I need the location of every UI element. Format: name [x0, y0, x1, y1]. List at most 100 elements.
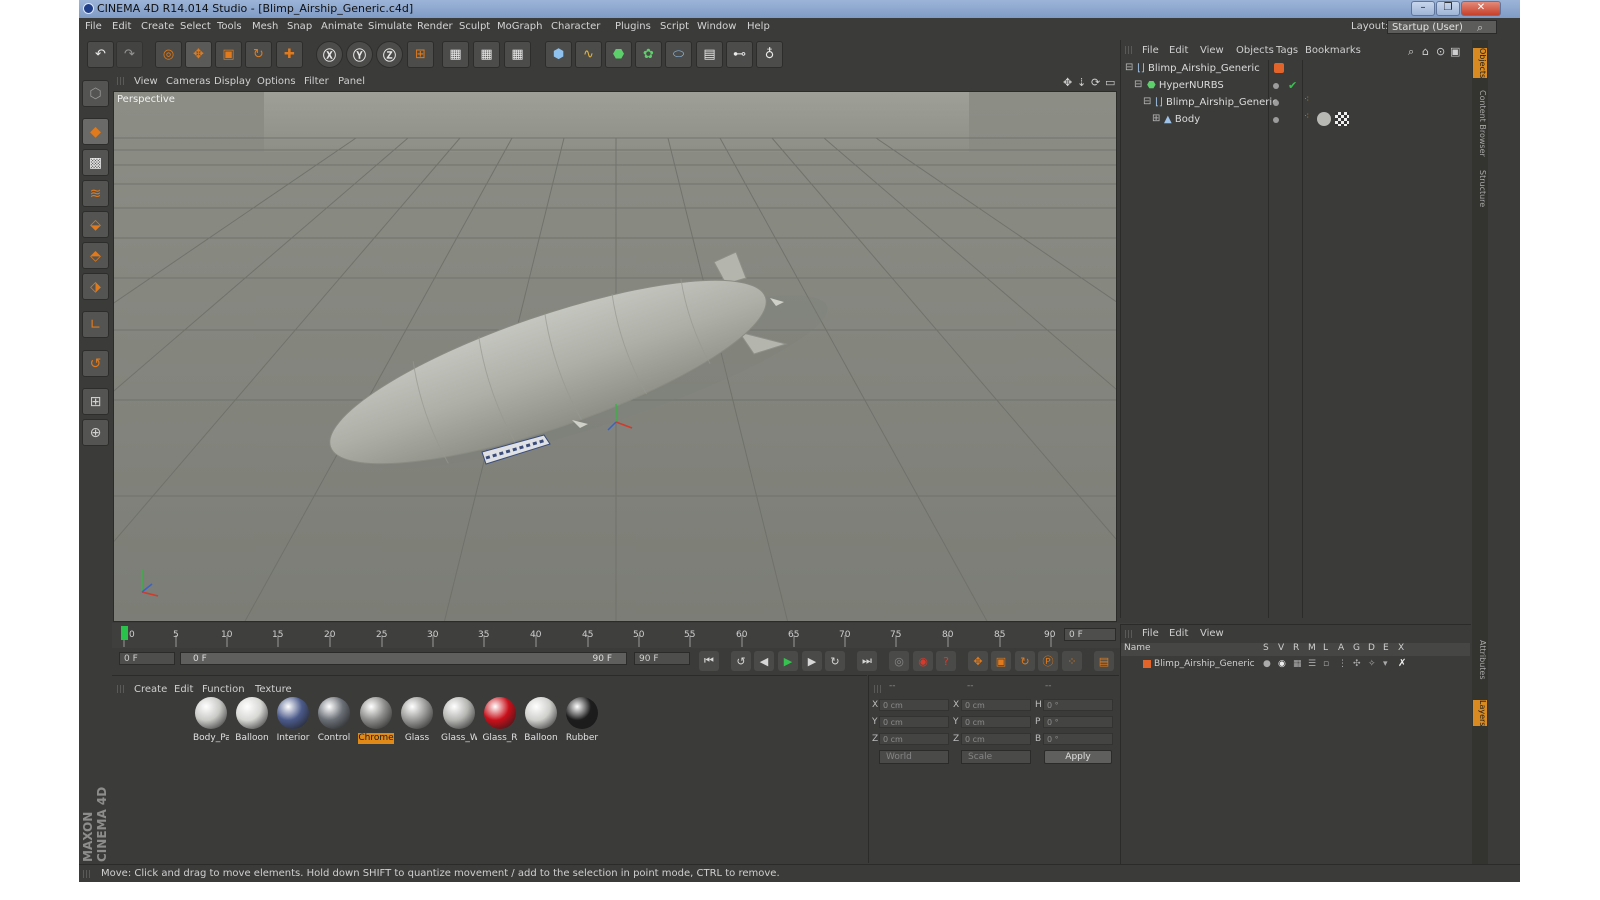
material-swatch[interactable]: Interior	[275, 697, 311, 745]
material-menu-edit[interactable]: Edit	[174, 684, 193, 695]
object-row-blimp-child[interactable]: ⌊⌋ Blimp_Airship_Generic	[1155, 95, 1278, 111]
previous-key-icon[interactable]: ↺	[731, 651, 751, 671]
points-mode-icon[interactable]: ⬙	[82, 211, 109, 238]
redo-icon[interactable]: ↷	[116, 41, 143, 68]
size-mode-dropdown[interactable]: Scale	[961, 750, 1031, 764]
menu-select[interactable]: Select	[180, 21, 211, 32]
previous-frame-icon[interactable]: ◀	[754, 651, 774, 671]
pos-z-field[interactable]: 0 cm	[879, 733, 949, 745]
visibility-eye-icon[interactable]: ◉	[1278, 657, 1286, 671]
autokey-icon[interactable]: ◉	[913, 651, 933, 671]
enable-snap-icon[interactable]: ⊞	[82, 388, 109, 415]
menu-mograph[interactable]: MoGraph	[497, 21, 542, 32]
timeline-ruler[interactable]	[112, 623, 1142, 648]
sidetab-layers[interactable]: Layers	[1473, 700, 1487, 727]
workplane-lock-icon[interactable]: ⊕	[82, 419, 109, 446]
phong-tag-icon[interactable]: ⁖	[1304, 112, 1309, 122]
objects-search-icon[interactable]: ⌕	[1408, 45, 1414, 59]
make-editable-icon[interactable]: ⬡	[82, 80, 109, 107]
record-keys-icon[interactable]: ◎	[889, 651, 909, 671]
tweak-mode-icon[interactable]: ↺	[82, 350, 109, 377]
rotate-tool-icon[interactable]: ↻	[245, 41, 272, 68]
expand-icon[interactable]: ⊟	[1134, 79, 1142, 90]
light-icon[interactable]: ♁	[756, 41, 783, 68]
expand-icon[interactable]: ⊟	[1125, 62, 1137, 74]
render-settings-icon[interactable]: ▦	[504, 41, 531, 68]
sidetab-content-browser[interactable]: Content Browser	[1473, 90, 1487, 157]
z-axis-lock-icon[interactable]: Ⓩ	[376, 41, 403, 68]
material-swatch[interactable]: Glass	[399, 697, 435, 745]
expression-toggle-icon[interactable]: ▾	[1383, 657, 1388, 671]
menu-snap[interactable]: Snap	[287, 21, 312, 32]
record-scale-icon[interactable]: ▣	[991, 651, 1011, 671]
viewport-menu-view[interactable]: View	[134, 76, 158, 87]
phong-tag-icon[interactable]: ⁖	[1304, 95, 1309, 105]
go-to-end-icon[interactable]: ⏭	[857, 651, 877, 671]
viewport-menu-filter[interactable]: Filter	[304, 76, 329, 87]
maximize-button[interactable]: ❐	[1436, 1, 1460, 16]
cube-primitive-icon[interactable]: ⬢	[545, 41, 572, 68]
xref-toggle-icon[interactable]: ✗	[1398, 657, 1406, 671]
material-menu-function[interactable]: Function	[202, 684, 245, 695]
menu-simulate[interactable]: Simulate	[368, 21, 412, 32]
frame-range-slider[interactable]: 0 F 90 F	[180, 652, 627, 665]
coordinate-mode-dropdown[interactable]: World	[879, 750, 949, 764]
live-selection-icon[interactable]: ◎	[155, 41, 182, 68]
material-swatch[interactable]: Rubber	[564, 697, 600, 745]
model-mode-icon[interactable]: ◆	[82, 118, 109, 145]
close-button[interactable]: ✕	[1461, 1, 1501, 16]
workplane-mode-icon[interactable]: ≋	[82, 180, 109, 207]
render-picture-viewer-icon[interactable]: ▦	[473, 41, 500, 68]
y-axis-lock-icon[interactable]: Ⓨ	[346, 41, 373, 68]
material-menu-create[interactable]: Create	[134, 684, 167, 695]
axis-mode-icon[interactable]: ∟	[82, 311, 109, 338]
menu-render[interactable]: Render	[417, 21, 453, 32]
floor-icon[interactable]: ▤	[696, 41, 723, 68]
polygons-mode-icon[interactable]: ⬗	[82, 273, 109, 300]
search-icon[interactable]: ⌕	[1477, 21, 1483, 35]
menu-mesh[interactable]: Mesh	[252, 21, 278, 32]
viewport-menu-cameras[interactable]: Cameras	[166, 76, 210, 87]
menu-file[interactable]: File	[85, 21, 102, 32]
keyframe-selection-icon[interactable]: ?	[936, 651, 956, 671]
layer-row[interactable]: Blimp_Airship_Generic ● ◉ ▦ ☰ ▫ ⋮ ✣ ✧ ▾ …	[1121, 657, 1470, 671]
manager-toggle-icon[interactable]: ☰	[1308, 657, 1316, 671]
go-to-start-icon[interactable]: ⏮	[699, 651, 719, 671]
size-z-field[interactable]: 0 cm	[961, 733, 1031, 745]
deformer-toggle-icon[interactable]: ✧	[1368, 657, 1376, 671]
record-point-level-icon[interactable]: ⁘	[1062, 651, 1082, 671]
undo-icon[interactable]: ↶	[87, 41, 114, 68]
menu-character[interactable]: Character	[551, 21, 600, 32]
menu-create[interactable]: Create	[141, 21, 174, 32]
objects-menu-bookmarks[interactable]: Bookmarks	[1305, 45, 1361, 56]
sidetab-attributes[interactable]: Attributes	[1473, 640, 1487, 680]
x-axis-lock-icon[interactable]: Ⓧ	[316, 41, 343, 68]
object-row-body[interactable]: ▲ Body	[1164, 112, 1200, 128]
expand-icon[interactable]: ⊟	[1143, 96, 1151, 107]
generator-toggle-icon[interactable]: ✣	[1353, 657, 1361, 671]
object-row-blimp-root[interactable]: ⌊⌋ Blimp_Airship_Generic	[1137, 61, 1260, 77]
material-swatch[interactable]: Body_Pa	[193, 697, 229, 745]
layers-menu-file[interactable]: File	[1142, 628, 1159, 639]
viewport-maximize-icon[interactable]: ▭	[1105, 76, 1115, 89]
3d-viewport[interactable]: Perspective	[113, 91, 1117, 622]
lock-toggle-icon[interactable]: ▫	[1323, 657, 1329, 671]
nurbs-icon[interactable]: ⬣	[605, 41, 632, 68]
objects-menu-objects[interactable]: Objects	[1236, 45, 1274, 56]
layers-menu-view[interactable]: View	[1200, 628, 1224, 639]
expand-icon[interactable]: ⊞	[1152, 113, 1160, 124]
animation-toggle-icon[interactable]: ⋮	[1338, 657, 1347, 671]
material-menu-texture[interactable]: Texture	[255, 684, 292, 695]
pos-x-field[interactable]: 0 cm	[879, 699, 949, 711]
render-toggle-icon[interactable]: ▦	[1293, 657, 1302, 671]
menu-help[interactable]: Help	[747, 21, 770, 32]
material-swatch[interactable]: Balloon	[523, 697, 559, 745]
deformer-icon[interactable]: ⬭	[665, 41, 692, 68]
material-swatch[interactable]: Balloon	[234, 697, 270, 745]
next-key-icon[interactable]: ↻	[825, 651, 845, 671]
spline-icon[interactable]: ∿	[575, 41, 602, 68]
next-frame-icon[interactable]: ▶	[802, 651, 822, 671]
menu-script[interactable]: Script	[660, 21, 689, 32]
texture-tag-icon[interactable]	[1335, 112, 1349, 126]
texture-mode-icon[interactable]: ▩	[82, 149, 109, 176]
